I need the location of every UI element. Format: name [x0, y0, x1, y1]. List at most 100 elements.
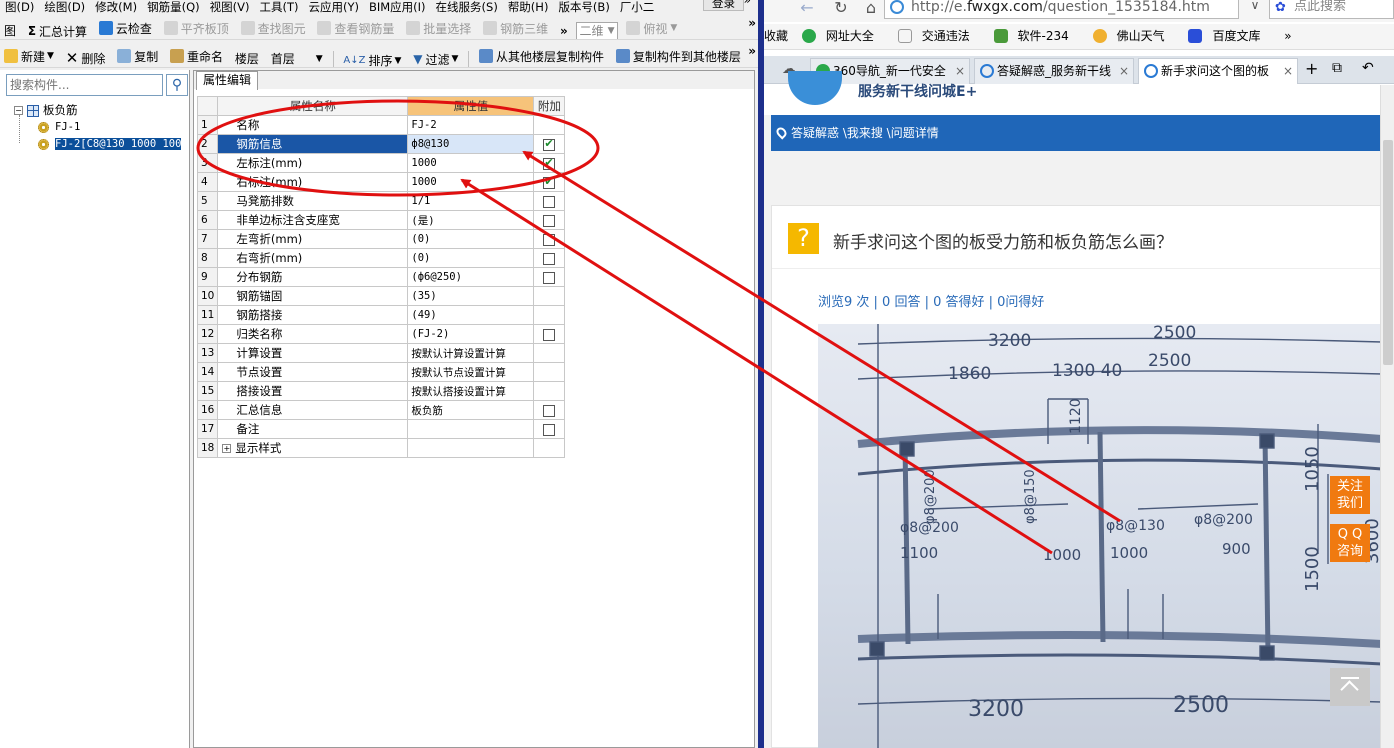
property-value[interactable]: (ф6@250)	[407, 267, 535, 287]
view-mode-select[interactable]: 二维 ▼	[575, 21, 619, 39]
table-row[interactable]: 11 钢筋搭接 (49)	[196, 305, 566, 325]
menu-item-help[interactable]: 帮助(H)	[503, 0, 554, 14]
attach-checkbox[interactable]	[543, 252, 556, 265]
question-stats[interactable]: 浏览9 次 | 0 回答 | 0 答得好 | 0问得好	[818, 291, 1044, 310]
table-row[interactable]: 17 备注	[196, 419, 566, 439]
qq-consult-button[interactable]: Q Q 咨询	[1330, 524, 1370, 562]
toolbar2-more-icon[interactable]: »	[748, 44, 756, 58]
fav-software[interactable]: 软件-234	[993, 24, 1079, 48]
property-value[interactable]: (0)	[407, 229, 535, 249]
floor-select[interactable]: 首层 ▼	[266, 49, 327, 67]
copy-to-floor-button[interactable]: 复制构件到其他楼层	[612, 45, 745, 67]
property-value[interactable]: 板负筋	[407, 400, 535, 420]
menu-item-cloud[interactable]: 云应用(Y)	[303, 0, 364, 14]
attach-checkbox[interactable]	[543, 175, 556, 189]
attach-checkbox[interactable]	[543, 137, 556, 151]
menu-item-online[interactable]: 在线服务(S)	[431, 0, 503, 14]
rebar-3d-button[interactable]: 钢筋三维	[479, 17, 552, 39]
menu-item-view[interactable]: 视图(V)	[205, 0, 255, 14]
table-row[interactable]: 15 搭接设置 按默认搭接设置计算	[196, 381, 566, 401]
cloud-check-button[interactable]: 云检查	[95, 17, 156, 39]
new-button[interactable]: 新建 ▼	[0, 45, 58, 67]
toolbar1-more-icon[interactable]: »	[748, 16, 756, 30]
rename-button[interactable]: 重命名	[166, 45, 227, 67]
property-value[interactable]: (FJ-2)	[407, 324, 535, 344]
fav-traffic[interactable]: 交通违法	[897, 24, 980, 48]
batch-select-button[interactable]: 批量选择	[402, 17, 475, 39]
find-element-button[interactable]: 查找图元	[237, 17, 310, 39]
fav-weather[interactable]: 佛山天气	[1092, 24, 1175, 48]
table-row[interactable]: 16 汇总信息 板负筋	[196, 400, 566, 420]
attach-checkbox[interactable]	[543, 328, 556, 341]
table-row[interactable]: 12 归类名称 (FJ-2)	[196, 324, 566, 344]
new-tab-icon[interactable]: +	[1305, 59, 1318, 78]
property-value[interactable]: 按默认计算设置计算	[407, 343, 535, 363]
back-arrow-icon[interactable]: ←	[796, 0, 818, 18]
property-value[interactable]: 1/1	[407, 191, 535, 211]
browser-search-input[interactable]: ✿ 点此搜索	[1269, 0, 1394, 19]
component-search-input[interactable]	[6, 74, 163, 96]
copy-button[interactable]: 复制	[113, 45, 162, 67]
property-value[interactable]: (49)	[407, 305, 535, 325]
table-row[interactable]: 9 分布钢筋 (ф6@250)	[196, 267, 566, 287]
table-row[interactable]: 10 钢筋锚固 (35)	[196, 286, 566, 306]
close-icon[interactable]: ×	[1283, 59, 1293, 83]
attach-checkbox[interactable]	[543, 195, 556, 208]
menu-item-assistant[interactable]: 厂小二	[615, 0, 660, 14]
page-scrollbar[interactable]	[1380, 85, 1394, 748]
menu-item-tools[interactable]: 工具(T)	[254, 0, 303, 14]
menu-item-version[interactable]: 版本号(B)	[553, 0, 614, 14]
flat-board-top-button[interactable]: 平齐板顶	[160, 17, 233, 39]
fav-collect[interactable]: 收藏	[764, 24, 788, 48]
property-value[interactable]: FJ-2	[407, 115, 535, 135]
attach-checkbox[interactable]	[543, 233, 556, 246]
table-row[interactable]: 4 右标注(mm) 1000	[196, 172, 566, 192]
expand-icon[interactable]: +	[222, 444, 232, 453]
tree-item-fj1[interactable]: FJ-1	[14, 119, 181, 136]
menu-item-d[interactable]: 图(D)	[0, 0, 39, 14]
table-row[interactable]: 8 右弯折(mm) (0)	[196, 248, 566, 268]
scrollbar-thumb[interactable]	[1383, 140, 1393, 365]
fav-nav[interactable]: 网址大全	[801, 24, 884, 48]
table-row[interactable]: 6 非单边标注含支座宽 (是)	[196, 210, 566, 230]
favorites-more-icon[interactable]: »	[1284, 24, 1291, 48]
property-value[interactable]: 按默认节点设置计算	[407, 362, 535, 382]
attach-checkbox[interactable]	[543, 214, 556, 227]
attach-checkbox[interactable]	[543, 423, 556, 436]
filter-button[interactable]: ▼ 过滤 ▼	[409, 48, 462, 67]
tab-question[interactable]: 新手求问这个图的板 ×	[1138, 58, 1298, 84]
collapse-icon[interactable]: −	[14, 106, 23, 115]
table-row[interactable]: 3 左标注(mm) 1000	[196, 153, 566, 173]
home-icon[interactable]: ⌂	[860, 0, 882, 18]
delete-button[interactable]: ✕ 删除	[62, 47, 110, 67]
question-photo[interactable]: 3200 2500 1860 1300 40 2500 φ8@200 1100 …	[818, 324, 1382, 748]
table-row[interactable]: 13 计算设置 按默认计算设置计算	[196, 343, 566, 363]
sort-button[interactable]: A↓Z 排序 ▼	[339, 50, 405, 67]
url-input[interactable]: http://e.fwxgx.com/question_1535184.htm	[884, 0, 1239, 19]
toolbar1-overflow-icon[interactable]: »	[556, 20, 572, 39]
table-row[interactable]: 5 马凳筋排数 1/1	[196, 191, 566, 211]
table-row[interactable]: 7 左弯折(mm) (0)	[196, 229, 566, 249]
table-row[interactable]: 2 钢筋信息 ф8@130	[196, 134, 566, 154]
menu-item-rebar-qty[interactable]: 钢筋量(Q)	[142, 0, 205, 14]
attach-checkbox[interactable]	[543, 404, 556, 417]
attach-checkbox[interactable]	[543, 156, 556, 170]
follow-us-button[interactable]: 关注我们	[1330, 476, 1370, 514]
fav-baidu-wenku[interactable]: 百度文库	[1188, 24, 1270, 48]
menu-item-draw[interactable]: 绘图(D)	[39, 0, 90, 14]
undo-close-icon[interactable]: ↶	[1362, 60, 1374, 76]
chevron-down-icon[interactable]: ∨	[1244, 0, 1266, 18]
property-value[interactable]	[407, 419, 535, 439]
property-value[interactable]: 1000	[407, 172, 535, 192]
property-value[interactable]: (0)	[407, 248, 535, 268]
property-value[interactable]: ф8@130	[407, 134, 535, 154]
table-row[interactable]: 14 节点设置 按默认节点设置计算	[196, 362, 566, 382]
restore-tab-icon[interactable]: ⧉	[1332, 60, 1342, 76]
property-value[interactable]: (是)	[407, 210, 535, 230]
tab-property-edit[interactable]: 属性编辑	[196, 71, 259, 90]
property-value[interactable]	[407, 438, 535, 458]
view-direction-button[interactable]: 俯视 ▼	[622, 17, 681, 39]
summary-calc-button[interactable]: Σ 汇总计算	[24, 20, 91, 39]
tab-qa[interactable]: 答疑解惑_服务新干线 ×	[974, 58, 1134, 84]
menu-item-modify[interactable]: 修改(M)	[90, 0, 142, 14]
